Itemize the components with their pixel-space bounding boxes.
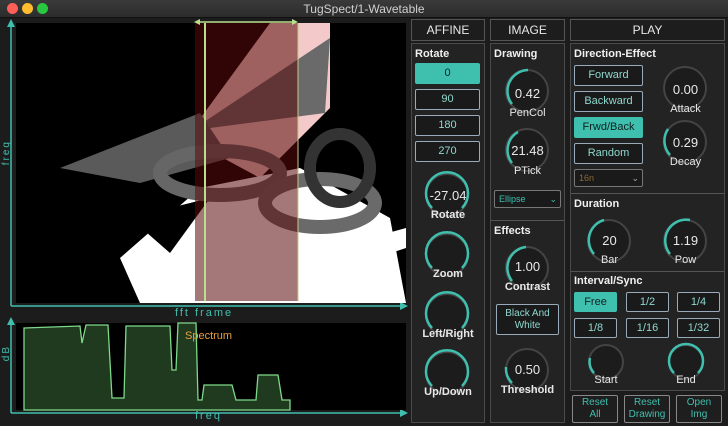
db-axis-arrow-icon (7, 317, 15, 325)
decay-knob-value: 0.29 (672, 135, 699, 150)
contrast-knob-value: 1.00 (514, 259, 541, 274)
rotate-180-button[interactable]: 180 (415, 115, 480, 136)
open-img-line1: Open (686, 397, 712, 408)
end-knob-label: End (676, 374, 696, 386)
pencol-knob-label: PenCol (509, 107, 546, 119)
reset-all-button[interactable]: Reset All (572, 395, 618, 423)
rotate-90-button[interactable]: 90 (415, 89, 480, 110)
ptick-knob-value: 21.48 (511, 143, 544, 158)
db-axis-label: dB (1, 345, 12, 362)
duration-section-title: Duration (574, 198, 620, 210)
interval-1-2-button[interactable]: 1/2 (626, 292, 669, 312)
forward-button[interactable]: Forward (574, 65, 643, 86)
frwd-back-button[interactable]: Frwd/Back (574, 117, 643, 138)
threshold-knob-label: Threshold (500, 384, 555, 396)
drawing-section-title: Drawing (494, 48, 538, 60)
interval-1-4-button[interactable]: 1/4 (677, 292, 720, 312)
interval-1-32-button[interactable]: 1/32 (677, 318, 720, 338)
attack-knob-label: Attack (670, 103, 701, 115)
rotate-knob-label: Rotate (430, 209, 466, 221)
shape-select-value: Ellipse (499, 194, 526, 204)
attack-knob-value: 0.00 (672, 82, 699, 97)
spectrum-label: Spectrum (185, 330, 233, 342)
rotate-section-title: Rotate (415, 48, 450, 60)
threshold-knob-value: 0.50 (514, 362, 541, 377)
play-divider-2 (571, 271, 724, 272)
reset-all-line1: Reset (581, 397, 609, 408)
leftright-knob-label: Left/Right (422, 328, 474, 340)
updown-knob-label: Up/Down (424, 386, 472, 398)
contrast-knob-label: Contrast (504, 281, 551, 293)
pencol-knob-value: 0.42 (514, 86, 541, 101)
image-header: IMAGE (490, 19, 565, 41)
freq-axis-arrow-icon (7, 19, 15, 27)
spec-freq-axis-arrow-icon (400, 409, 408, 417)
rate-select[interactable]: 16n ⌄ (574, 169, 643, 187)
image-divider (491, 220, 564, 221)
affine-header: AFFINE (411, 19, 485, 41)
bw-button-line1: Black And (505, 308, 550, 319)
reset-drawing-button[interactable]: Reset Drawing (624, 395, 670, 423)
black-and-white-button[interactable]: Black And White (496, 304, 559, 335)
chevron-down-icon: ⌄ (549, 194, 557, 204)
effects-section-title: Effects (494, 225, 531, 237)
rotate-knob-value: -27.04 (429, 188, 467, 203)
interval-section-title: Interval/Sync (574, 275, 643, 287)
open-img-button[interactable]: Open Img (676, 395, 722, 423)
freq-axis-label: freq (1, 140, 12, 166)
fft-frame-axis-label: fft frame (175, 307, 234, 319)
decay-knob-label: Decay (669, 156, 702, 168)
reset-all-line2: All (589, 409, 601, 420)
random-button[interactable]: Random (574, 143, 643, 164)
play-header: PLAY (570, 19, 725, 41)
pow-knob-value: 1.19 (672, 233, 699, 248)
main-canvas-area (7, 19, 408, 417)
zoom-knob-label: Zoom (433, 268, 463, 280)
rotate-270-button[interactable]: 270 (415, 141, 480, 162)
chevron-down-icon: ⌄ (631, 173, 639, 183)
interval-1-16-button[interactable]: 1/16 (626, 318, 669, 338)
wavetable-image[interactable] (16, 23, 406, 303)
bar-knob-value: 20 (602, 233, 617, 248)
window-title: TugSpect/1-Wavetable (303, 2, 425, 16)
rate-select-value: 16n (579, 173, 595, 183)
reset-drawing-line1: Reset (633, 397, 661, 408)
backward-button[interactable]: Backward (574, 91, 643, 112)
shape-select[interactable]: Ellipse ⌄ (494, 190, 561, 208)
selection-region[interactable] (195, 23, 298, 301)
spec-freq-axis-label: freq (195, 410, 222, 422)
direction-section-title: Direction-Effect (574, 48, 656, 60)
interval-free-button[interactable]: Free (574, 292, 617, 312)
play-divider-1 (571, 193, 724, 194)
reset-drawing-line2: Drawing (628, 409, 666, 420)
open-img-line2: Img (690, 409, 708, 420)
pow-knob-label: Pow (674, 254, 697, 266)
rotate-0-button[interactable]: 0 (415, 63, 480, 84)
interval-1-8-button[interactable]: 1/8 (574, 318, 617, 338)
ptick-knob-label: PTick (513, 165, 542, 177)
bar-knob-label: Bar (600, 254, 619, 266)
start-knob-label: Start (594, 374, 618, 386)
bw-button-line2: White (514, 320, 541, 331)
fft-axis-arrow-icon (400, 302, 408, 310)
